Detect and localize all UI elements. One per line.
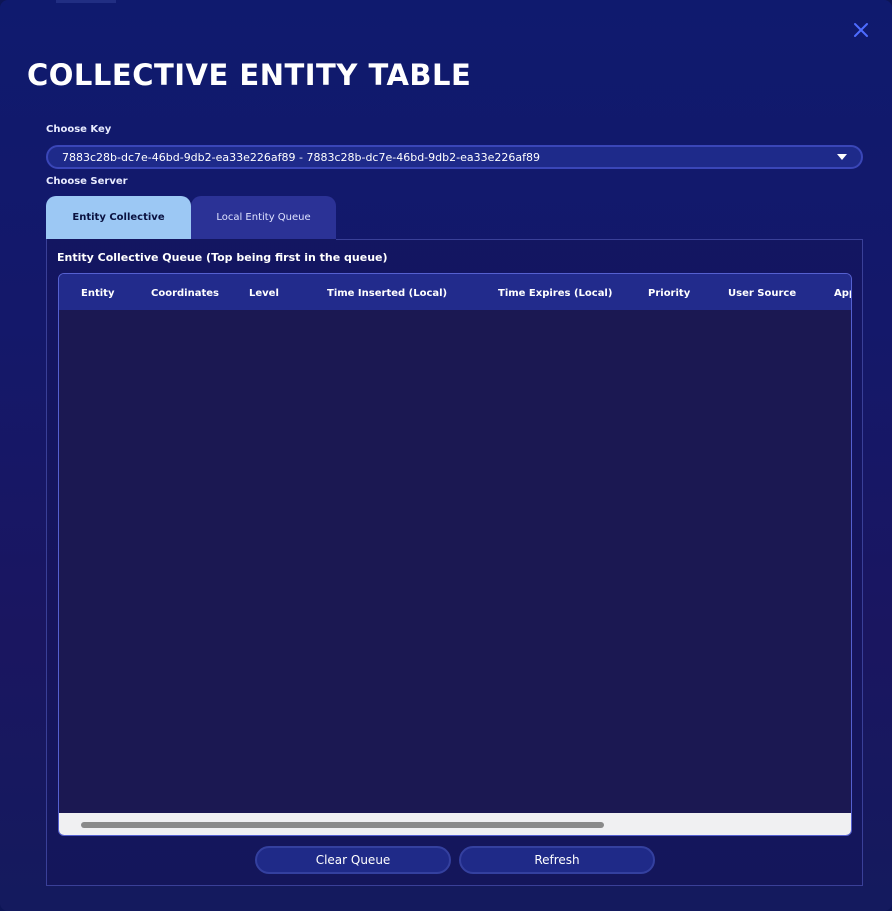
key-select-value: 7883c28b-dc7e-46bd-9db2-ea33e226af89 - 7… — [62, 150, 540, 164]
table-header: Entity Coordinates Level Time Inserted (… — [59, 274, 851, 310]
column-header-app[interactable]: App — [834, 288, 851, 299]
column-header-priority[interactable]: Priority — [648, 288, 690, 299]
tab-local-entity-queue[interactable]: Local Entity Queue — [191, 196, 336, 239]
close-button[interactable] — [850, 19, 872, 41]
horizontal-scrollbar[interactable] — [59, 813, 851, 835]
choose-key-label: Choose Key — [46, 124, 112, 135]
key-select[interactable]: 7883c28b-dc7e-46bd-9db2-ea33e226af89 - 7… — [46, 145, 863, 169]
collective-entity-modal: COLLECTIVE ENTITY TABLE Choose Key 7883c… — [0, 0, 892, 911]
column-header-time-inserted[interactable]: Time Inserted (Local) — [327, 288, 447, 299]
tab-entity-collective[interactable]: Entity Collective — [46, 196, 191, 239]
column-header-level[interactable]: Level — [249, 288, 279, 299]
choose-server-label: Choose Server — [46, 176, 128, 187]
clear-queue-button[interactable]: Clear Queue — [255, 846, 451, 874]
column-header-coordinates[interactable]: Coordinates — [151, 288, 219, 299]
scrollbar-thumb[interactable] — [81, 822, 604, 828]
close-icon — [854, 23, 868, 37]
modal-title: COLLECTIVE ENTITY TABLE — [27, 58, 472, 92]
queue-title: Entity Collective Queue (Top being first… — [57, 251, 388, 264]
panel-divider — [336, 239, 863, 240]
queue-table: Entity Coordinates Level Time Inserted (… — [58, 273, 852, 836]
column-header-time-expires[interactable]: Time Expires (Local) — [498, 288, 612, 299]
table-body — [59, 310, 851, 813]
column-header-user-source[interactable]: User Source — [728, 288, 796, 299]
chevron-down-icon — [837, 154, 847, 160]
server-tabs: Entity Collective Local Entity Queue — [46, 196, 336, 239]
background-decoration — [56, 0, 116, 3]
column-header-entity[interactable]: Entity — [81, 288, 114, 299]
refresh-button[interactable]: Refresh — [459, 846, 655, 874]
